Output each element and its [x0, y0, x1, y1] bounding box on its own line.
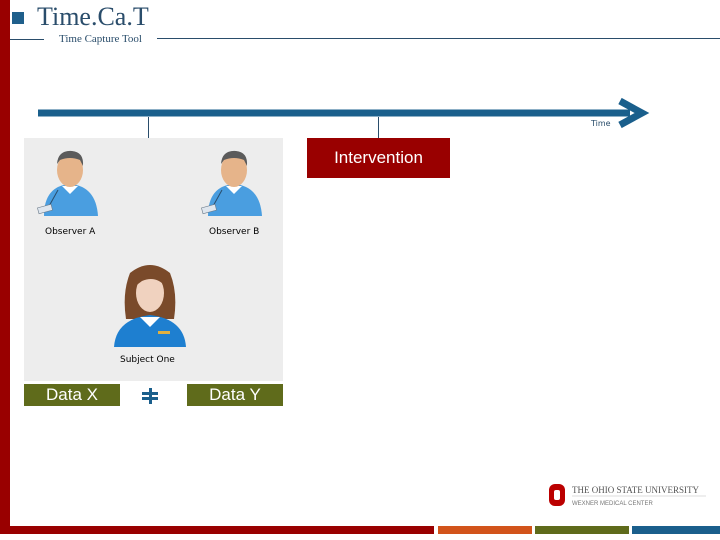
intervention-box: Intervention: [307, 138, 450, 178]
not-equal-icon: [142, 388, 158, 404]
footer-bar-olive: [535, 526, 629, 534]
data-x-box: Data X: [24, 384, 120, 406]
title-rule: [157, 38, 720, 39]
subject-icon: [114, 265, 186, 347]
title-bullet-icon: [12, 12, 24, 24]
left-accent-bar: [0, 0, 10, 530]
logo-line-1: THE OHIO STATE UNIVERSITY: [572, 485, 700, 495]
page-title: Time.Ca.T: [37, 2, 149, 31]
data-y-box: Data Y: [187, 384, 283, 406]
observer-a-label: Observer A: [45, 227, 96, 237]
timeline-tick: [378, 117, 379, 138]
footer-bar-blue: [632, 526, 720, 534]
observer-icon: [201, 150, 262, 216]
observer-icon: [37, 150, 98, 216]
timeline-arrow: [38, 97, 650, 129]
footer-bar-orange: [438, 526, 532, 534]
title-rule: [10, 39, 44, 40]
subject-one-label: Subject One: [120, 355, 175, 365]
university-logo: THE OHIO STATE UNIVERSITY WEXNER MEDICAL…: [549, 484, 706, 507]
timeline-tick: [148, 117, 149, 138]
logo-line-2: WEXNER MEDICAL CENTER: [572, 501, 653, 507]
page-subtitle: Time Capture Tool: [59, 33, 142, 45]
footer-bar-red: [0, 526, 434, 534]
time-axis-label: Time: [591, 119, 611, 128]
observer-b-label: Observer B: [209, 227, 260, 237]
